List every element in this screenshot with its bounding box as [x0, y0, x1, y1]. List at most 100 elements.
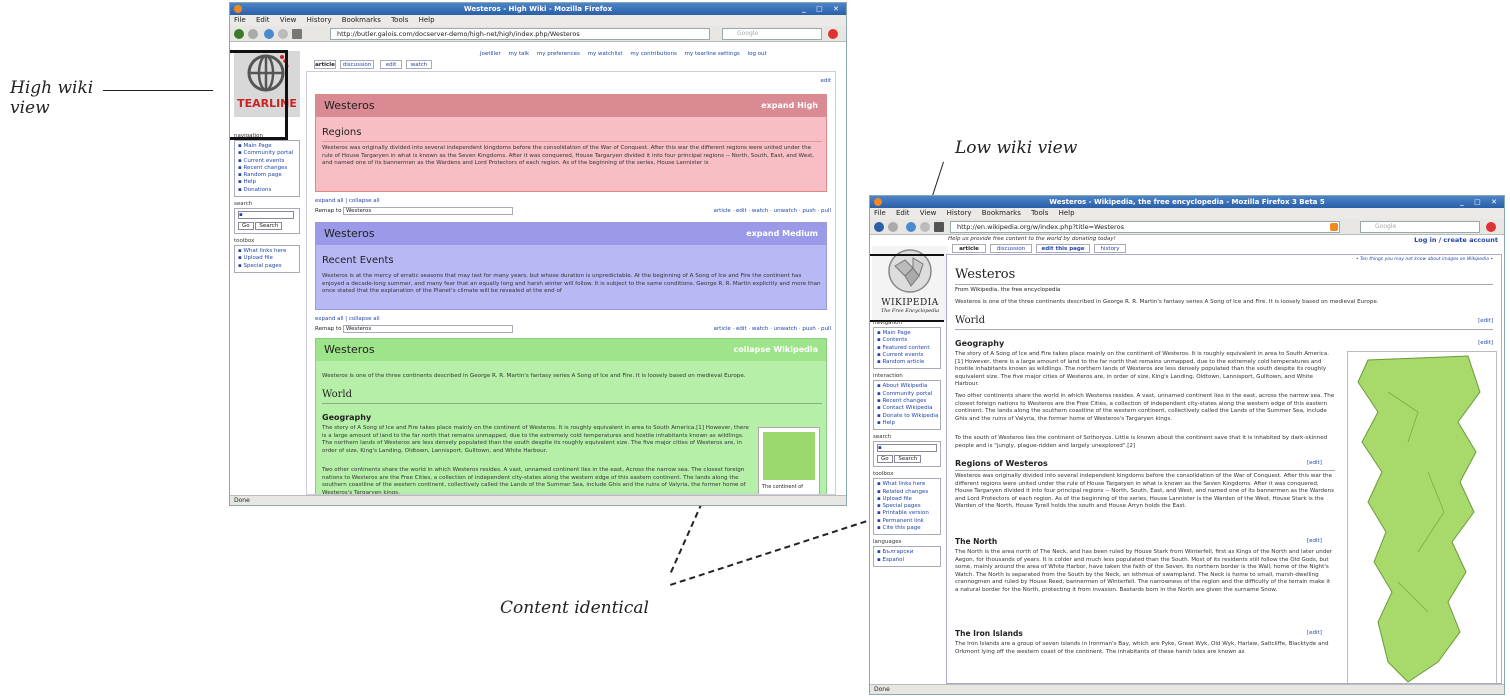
window-controls[interactable]: _ □ ✕	[1460, 196, 1501, 208]
user-link[interactable]: my contributions	[630, 51, 677, 57]
edit-regions-link[interactable]: [edit]	[1307, 460, 1322, 466]
menu-tools[interactable]: Tools	[1031, 209, 1048, 217]
go-button[interactable]: Go	[877, 455, 893, 464]
toolbox-item[interactable]: Upload file	[238, 255, 296, 262]
expand-high-link[interactable]: expand High	[761, 95, 818, 117]
interaction-item[interactable]: Contact Wikipedia	[877, 405, 937, 412]
remap-actions[interactable]: article · edit · watch · unwatch · push …	[714, 208, 831, 214]
edit-iron-islands-link[interactable]: [edit]	[1307, 630, 1322, 636]
url-bar[interactable]: http://butler.galois.com/docserver-demo/…	[330, 28, 710, 40]
menu-edit[interactable]: Edit	[896, 209, 910, 217]
tab-article[interactable]: article	[314, 60, 336, 69]
reload-icon[interactable]	[264, 29, 274, 39]
toolbox-item[interactable]: Permanent link	[877, 518, 937, 525]
tab-article[interactable]: article	[952, 244, 986, 253]
tab-watch[interactable]: watch	[406, 60, 432, 69]
nav-item[interactable]: Current events	[877, 352, 937, 359]
go-button[interactable]: Go	[238, 222, 254, 231]
menu-file[interactable]: File	[234, 16, 246, 24]
menu-edit[interactable]: Edit	[256, 16, 270, 24]
nav-item[interactable]: Random page	[238, 172, 296, 179]
toolbox-item[interactable]: Related changes	[877, 489, 937, 496]
tab-discussion[interactable]: discussion	[340, 60, 374, 69]
url-bar[interactable]: http://en.wikipedia.org/w/index.php?titl…	[950, 221, 1340, 233]
menu-file[interactable]: File	[874, 209, 886, 217]
user-link[interactable]: my preferences	[537, 51, 580, 57]
toolbox-item[interactable]: Special pages	[238, 263, 296, 270]
toolbox-item[interactable]: Special pages	[877, 503, 937, 510]
nav-item[interactable]: Community portal	[238, 150, 296, 157]
stop-icon[interactable]	[920, 222, 930, 232]
addon-icon[interactable]	[1486, 222, 1496, 232]
interaction-item[interactable]: Help	[877, 420, 937, 427]
menu-help[interactable]: Help	[419, 16, 435, 24]
donate-banner[interactable]: Help us provide free content to the worl…	[948, 236, 1116, 242]
interaction-item[interactable]: Donate to Wikipedia	[877, 413, 938, 420]
edit-geography-link[interactable]: [edit]	[1478, 340, 1493, 346]
tab-discussion[interactable]: discussion	[990, 244, 1032, 253]
forward-icon[interactable]	[888, 222, 898, 232]
user-link[interactable]: Joetiller	[480, 51, 501, 57]
stop-icon[interactable]	[278, 29, 288, 39]
search-box[interactable]: Google	[722, 28, 822, 40]
back-icon[interactable]	[234, 29, 244, 39]
nav-item[interactable]: Featured content	[877, 345, 937, 352]
home-icon[interactable]	[934, 222, 944, 232]
tip-link[interactable]: • Ten things you may not know about imag…	[1356, 257, 1493, 262]
sidebar-search-input[interactable]	[877, 444, 937, 453]
remap-actions-2[interactable]: article · edit · watch · unwatch · push …	[714, 326, 831, 332]
menu-tools[interactable]: Tools	[391, 16, 408, 24]
toolbox-item[interactable]: Printable version	[877, 510, 937, 517]
interaction-item[interactable]: Recent changes	[877, 398, 937, 405]
search-box[interactable]: Google	[1360, 221, 1480, 233]
nav-item[interactable]: Random article	[877, 359, 937, 366]
remap-select-2[interactable]: Westeros	[343, 325, 513, 333]
interaction-item[interactable]: About Wikipedia	[877, 383, 937, 390]
home-icon[interactable]	[292, 29, 302, 39]
westeros-map[interactable]	[1347, 351, 1497, 683]
user-link[interactable]: my tearline settings	[685, 51, 740, 57]
toolbox-item[interactable]: What links here	[877, 481, 937, 488]
map-thumbnail[interactable]: The continent of	[758, 427, 820, 494]
search-button[interactable]: Search	[255, 222, 283, 231]
nav-item[interactable]: Main Page	[238, 143, 296, 150]
tab-edit-this-page[interactable]: edit this page	[1036, 244, 1090, 253]
edit-north-link[interactable]: [edit]	[1307, 538, 1322, 544]
interaction-item[interactable]: Community portal	[877, 391, 937, 398]
window-controls[interactable]: _ □ ✕	[802, 3, 843, 15]
menu-history[interactable]: History	[307, 16, 332, 24]
language-item[interactable]: Español	[877, 557, 937, 564]
user-link[interactable]: my talk	[509, 51, 530, 57]
menu-bookmarks[interactable]: Bookmarks	[342, 16, 381, 24]
nav-item[interactable]: Donations	[238, 187, 296, 194]
user-link[interactable]: log out	[748, 51, 767, 57]
expand-collapse-links[interactable]: expand all | collapse all	[315, 198, 380, 204]
language-item[interactable]: Български	[877, 549, 937, 556]
edit-link[interactable]: edit	[820, 78, 831, 84]
nav-item[interactable]: Contents	[877, 337, 937, 344]
search-button[interactable]: Search	[894, 455, 922, 464]
reload-icon[interactable]	[906, 222, 916, 232]
toolbox-item[interactable]: What links here	[238, 248, 296, 255]
collapse-wikipedia-link[interactable]: collapse Wikipedia	[734, 339, 818, 361]
nav-item[interactable]: Help	[238, 179, 296, 186]
login-link[interactable]: Log in / create account	[1414, 236, 1498, 244]
forward-icon[interactable]	[248, 29, 258, 39]
back-icon[interactable]	[874, 222, 884, 232]
menu-view[interactable]: View	[920, 209, 937, 217]
toolbox-item[interactable]: Upload file	[877, 496, 937, 503]
rss-icon[interactable]	[1330, 223, 1338, 231]
nav-item[interactable]: Current events	[238, 158, 296, 165]
toolbox-item[interactable]: Cite this page	[877, 525, 937, 532]
nav-item[interactable]: Recent changes	[238, 165, 296, 172]
menu-view[interactable]: View	[280, 16, 297, 24]
tab-edit[interactable]: edit	[380, 60, 402, 69]
sidebar-search-input[interactable]	[238, 211, 294, 220]
tab-history[interactable]: history	[1094, 244, 1126, 253]
addon-icon[interactable]	[828, 29, 838, 39]
menu-bookmarks[interactable]: Bookmarks	[982, 209, 1021, 217]
edit-world-link[interactable]: [edit]	[1478, 318, 1493, 324]
remap-select[interactable]: Westeros	[343, 207, 513, 215]
menu-history[interactable]: History	[947, 209, 972, 217]
expand-medium-link[interactable]: expand Medium	[746, 223, 818, 245]
